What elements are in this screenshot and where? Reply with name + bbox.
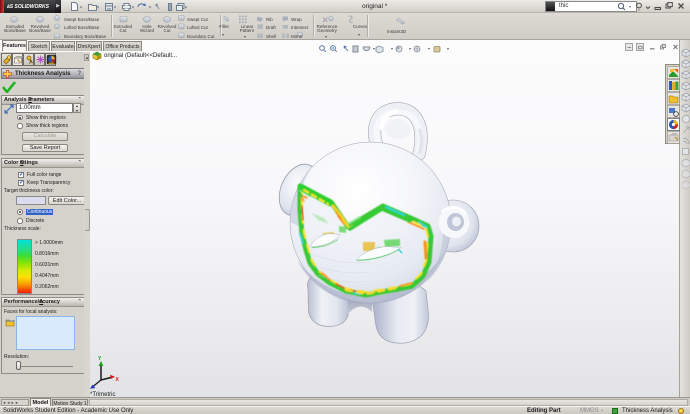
svg-text:X: X [116,377,120,383]
svg-text:Y: Y [98,356,102,362]
